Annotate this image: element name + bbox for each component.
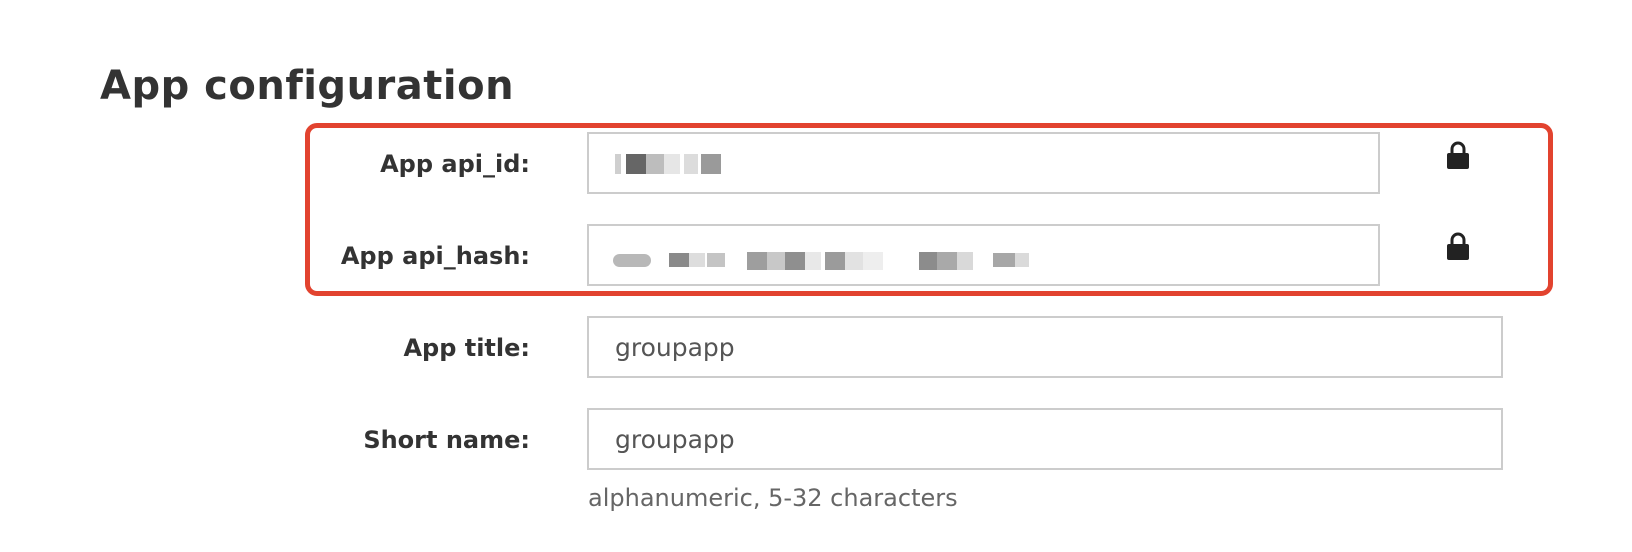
lock-icon	[1447, 141, 1469, 169]
api-id-field[interactable]	[587, 132, 1380, 194]
short-name-input[interactable]	[615, 424, 1475, 456]
short-name-field[interactable]	[587, 408, 1503, 470]
app-title-label: App title:	[403, 334, 530, 362]
short-name-hint: alphanumeric, 5-32 characters	[588, 484, 958, 512]
short-name-label: Short name:	[363, 426, 530, 454]
app-title-field[interactable]	[587, 316, 1503, 378]
api-id-label: App api_id:	[380, 150, 530, 178]
app-title-input[interactable]	[615, 332, 1475, 364]
api-hash-label: App api_hash:	[340, 242, 530, 270]
api-hash-field[interactable]	[587, 224, 1380, 286]
lock-icon	[1447, 232, 1469, 260]
page-title: App configuration	[100, 63, 515, 109]
